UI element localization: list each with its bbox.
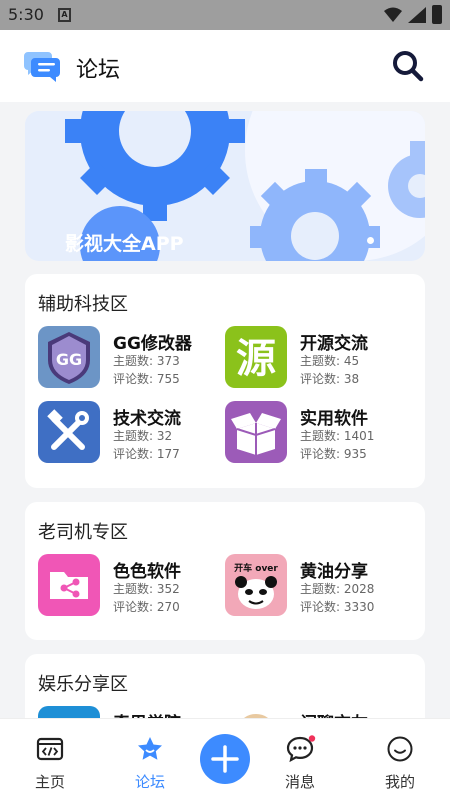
section-title: 辅助科技区 bbox=[38, 294, 128, 315]
nav-forum[interactable]: 论坛 bbox=[115, 729, 185, 794]
comment-count: 评论数: 3330 bbox=[300, 600, 375, 614]
forum-name: 开源交流 bbox=[300, 334, 368, 354]
open-source-icon: 源 bbox=[225, 326, 287, 388]
section-veteran-driver: 老司机专区 色色软件 主题数: 352 评论数: 270 开车 over 黄油分… bbox=[25, 502, 425, 640]
smile-face-icon bbox=[387, 736, 413, 762]
academy-icon bbox=[38, 706, 100, 718]
section-title: 老司机专区 bbox=[38, 522, 128, 543]
carousel-indicator bbox=[367, 237, 374, 244]
forum-name: 黄油分享 bbox=[300, 562, 368, 582]
forum-item-chat-friends[interactable]: 闲聊交友 bbox=[225, 706, 410, 718]
open-box-icon bbox=[225, 401, 287, 463]
forum-item-galgame-share[interactable]: 开车 over 黄油分享 主题数: 2028 评论数: 3330 bbox=[225, 554, 410, 618]
forum-logo-icon bbox=[24, 52, 60, 82]
forum-item-tech-exchange[interactable]: 技术交流 主题数: 32 评论数: 177 bbox=[38, 401, 223, 465]
comment-count: 评论数: 935 bbox=[300, 447, 367, 461]
forum-name: 奇思学院 bbox=[113, 709, 181, 718]
panda-meme-icon: 开车 over bbox=[225, 554, 287, 616]
nav-label: 消息 bbox=[284, 773, 315, 791]
forum-name: 色色软件 bbox=[113, 562, 181, 582]
topic-count: 主题数: 32 bbox=[113, 429, 173, 443]
search-icon[interactable] bbox=[392, 50, 424, 82]
forum-content[interactable]: 影视大全APP 辅助科技区 GG GG修改器 主题数: 373 评论数: 755 bbox=[0, 102, 450, 718]
forum-name: 闲聊交友 bbox=[300, 709, 368, 718]
section-assist-tech: 辅助科技区 GG GG修改器 主题数: 373 评论数: 755 源 开源交流 … bbox=[25, 274, 425, 488]
comment-count: 评论数: 177 bbox=[113, 447, 180, 461]
plus-icon bbox=[211, 745, 239, 773]
topic-count: 主题数: 373 bbox=[113, 354, 180, 368]
signal-icon bbox=[408, 7, 426, 23]
forum-item-creative-academy[interactable]: 奇思学院 bbox=[38, 706, 223, 718]
svg-text:GG: GG bbox=[56, 350, 82, 369]
wifi-icon bbox=[384, 7, 402, 22]
app-bar: 论坛 bbox=[0, 30, 450, 102]
share-folder-icon bbox=[38, 554, 100, 616]
page-title: 论坛 bbox=[76, 58, 121, 83]
comment-count: 评论数: 270 bbox=[113, 600, 180, 614]
nav-profile[interactable]: 我的 bbox=[365, 729, 435, 794]
forum-item-open-source[interactable]: 源 开源交流 主题数: 45 评论数: 38 bbox=[225, 326, 410, 390]
bottom-nav: 主页 论坛 消息 我的 bbox=[0, 718, 450, 800]
tools-icon bbox=[38, 401, 100, 463]
topic-count: 主题数: 1401 bbox=[300, 429, 375, 443]
status-time: 5:30 bbox=[8, 5, 44, 24]
forum-item-useful-software[interactable]: 实用软件 主题数: 1401 评论数: 935 bbox=[225, 401, 410, 465]
nav-label: 我的 bbox=[384, 773, 415, 791]
topic-count: 主题数: 2028 bbox=[300, 582, 375, 596]
forum-item-gg-modifier[interactable]: GG GG修改器 主题数: 373 评论数: 755 bbox=[38, 326, 223, 390]
forum-name: 实用软件 bbox=[300, 409, 368, 429]
code-screen-icon bbox=[36, 737, 64, 761]
svg-text:源: 源 bbox=[236, 336, 276, 382]
section-title: 娱乐分享区 bbox=[38, 674, 128, 695]
nav-label: 主页 bbox=[34, 773, 65, 791]
nav-home[interactable]: 主页 bbox=[15, 729, 85, 794]
star-icon bbox=[138, 737, 162, 760]
banner-carousel[interactable]: 影视大全APP bbox=[25, 111, 425, 261]
banner-caption: 影视大全APP bbox=[65, 233, 184, 255]
sim-card-icon: A bbox=[58, 8, 71, 22]
nav-label: 论坛 bbox=[134, 773, 165, 791]
add-post-button[interactable] bbox=[200, 734, 250, 784]
topic-count: 主题数: 352 bbox=[113, 582, 180, 596]
forum-item-color-software[interactable]: 色色软件 主题数: 352 评论数: 270 bbox=[38, 554, 223, 618]
battery-icon bbox=[432, 5, 442, 24]
comment-count: 评论数: 755 bbox=[113, 372, 180, 386]
status-bar: 5:30 A bbox=[0, 0, 450, 30]
forum-name: 技术交流 bbox=[113, 409, 181, 429]
cat-meme-icon bbox=[225, 706, 287, 718]
forum-name: GG修改器 bbox=[113, 334, 192, 354]
gg-modifier-icon: GG bbox=[38, 326, 100, 388]
section-entertainment: 娱乐分享区 奇思学院 闲聊交友 bbox=[25, 654, 425, 718]
topic-count: 主题数: 45 bbox=[300, 354, 360, 368]
svg-text:开车 over: 开车 over bbox=[234, 562, 278, 574]
chat-bubble-icon bbox=[286, 735, 316, 763]
comment-count: 评论数: 38 bbox=[300, 372, 360, 386]
nav-messages[interactable]: 消息 bbox=[265, 729, 335, 794]
